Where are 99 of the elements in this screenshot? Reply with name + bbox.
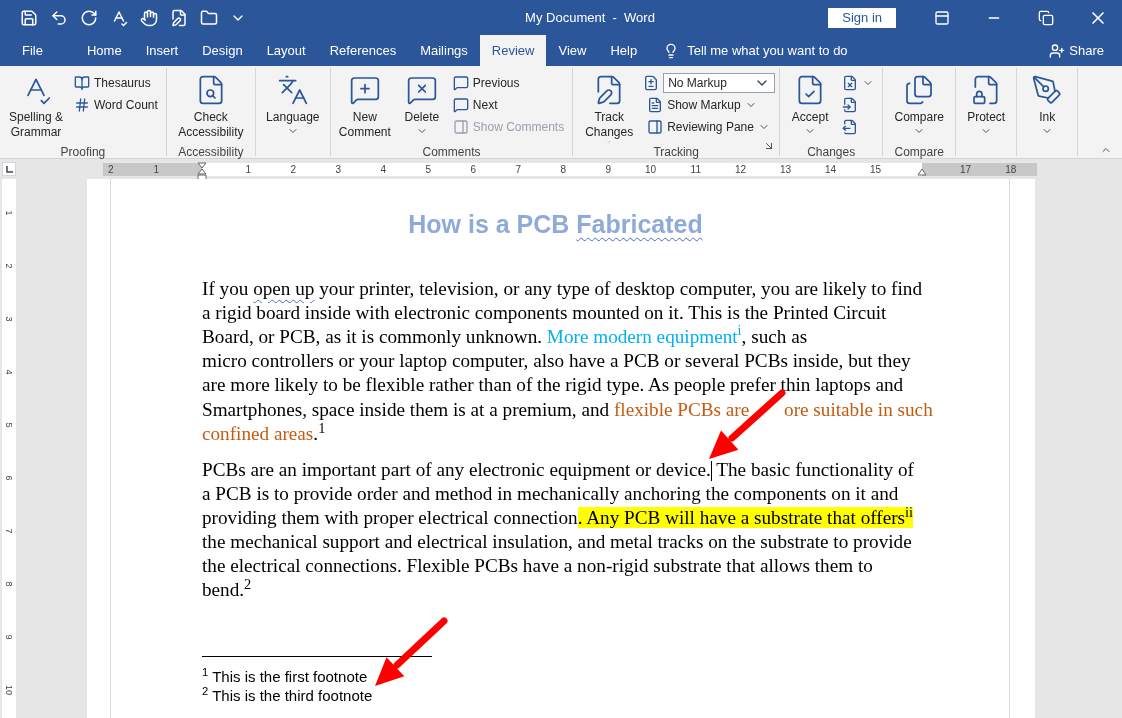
ruler-number: 8 bbox=[560, 162, 566, 177]
ribbon-button[interactable]: Spelling & Grammar bbox=[4, 70, 68, 144]
group-label: Accessibility bbox=[178, 144, 244, 161]
ribbon-tab[interactable]: File bbox=[10, 35, 55, 66]
restore-icon[interactable] bbox=[1038, 9, 1054, 26]
ribbon-tab[interactable]: References bbox=[317, 35, 409, 66]
comments-pane-icon bbox=[452, 119, 469, 135]
ruler-number: 6 bbox=[470, 162, 476, 177]
ruler-number: 5 bbox=[3, 422, 15, 428]
language-icon bbox=[276, 74, 309, 106]
ribbon-button[interactable]: Protect bbox=[960, 70, 1013, 144]
ruler-number: 1 bbox=[245, 162, 251, 177]
ruler-number: 10 bbox=[3, 685, 15, 695]
group-label: Tracking bbox=[653, 144, 699, 161]
ruler-number: 1 bbox=[3, 210, 15, 216]
footnote: $^{2}$ This is the third footnote bbox=[202, 685, 373, 705]
ruler-number: 2 bbox=[290, 162, 296, 177]
ruler-number: 17 bbox=[960, 162, 972, 177]
person-add-icon bbox=[1049, 42, 1066, 59]
ribbon-tab[interactable]: Home bbox=[74, 35, 134, 66]
previous-comment-icon bbox=[452, 75, 469, 91]
ruler-number: 14 bbox=[824, 162, 836, 177]
group-label: Compare bbox=[894, 144, 944, 161]
redo-icon[interactable] bbox=[80, 8, 98, 27]
footnote: $^{1}$ This is the first footnote bbox=[202, 666, 368, 686]
ruler-number: 10 bbox=[644, 162, 656, 177]
window-title: My Document - Word bbox=[524, 8, 656, 27]
delete-comment-icon bbox=[405, 74, 438, 106]
ribbon-button[interactable]: Delete bbox=[396, 70, 447, 144]
tab-stop-icon bbox=[5, 165, 13, 173]
save-icon[interactable] bbox=[20, 8, 38, 27]
ruler-number: 3 bbox=[3, 316, 15, 322]
reject-icon bbox=[842, 75, 859, 91]
ruler-number: 1 bbox=[153, 162, 160, 177]
ruler-number: 3 bbox=[335, 162, 341, 177]
tell-me-search[interactable]: Tell me what you want to do bbox=[663, 35, 848, 66]
ribbon-button[interactable]: Reviewing Pane bbox=[643, 116, 776, 138]
ribbon-tab[interactable]: Mailings bbox=[408, 35, 480, 66]
ribbon-button[interactable]: Thesaurus bbox=[70, 72, 162, 94]
group-label: Proofing bbox=[60, 144, 106, 161]
ribbon-button[interactable]: Track Changes bbox=[577, 70, 642, 144]
ruler-number: 12 bbox=[734, 162, 746, 177]
book-icon bbox=[74, 75, 90, 91]
ruler-number: 5 bbox=[425, 162, 431, 177]
ribbon-button[interactable]: New Comment bbox=[334, 70, 395, 144]
new-comment-icon bbox=[348, 74, 381, 106]
undo-icon[interactable] bbox=[50, 8, 68, 27]
ruler-number: 13 bbox=[779, 162, 791, 177]
ribbon-button[interactable]: Previous bbox=[448, 72, 569, 94]
ribbon-button[interactable]: Language bbox=[259, 70, 326, 144]
ruler-number: 7 bbox=[515, 162, 521, 177]
pen-icon bbox=[1031, 74, 1064, 106]
ribbon-button[interactable]: Word Count bbox=[70, 94, 162, 116]
hand-icon[interactable] bbox=[140, 8, 158, 27]
ribbon-button[interactable]: Ink bbox=[1021, 70, 1074, 144]
ribbon-tab[interactable]: Review bbox=[479, 35, 547, 66]
ribbon-tab[interactable]: Help bbox=[598, 35, 650, 66]
ribbon-tab[interactable]: Design bbox=[190, 35, 255, 66]
markup-icon bbox=[643, 75, 660, 91]
next-change-icon bbox=[842, 119, 859, 135]
ruler-number: 9 bbox=[3, 634, 15, 640]
ribbon-tab[interactable]: Insert bbox=[133, 35, 191, 66]
ribbon-tab[interactable]: Layout bbox=[254, 35, 318, 66]
group-label: Changes bbox=[807, 144, 856, 161]
right-indent-marker-icon[interactable] bbox=[917, 167, 927, 176]
ruler-number: 7 bbox=[3, 528, 15, 534]
document-title: How is a PCB Fabricated bbox=[407, 209, 704, 240]
word-count-icon bbox=[74, 97, 90, 113]
paragraph: If you open up your printer, television, or any type of desktop computer, you are likely to find a rigid board inside with electronic components mounted on it. This is the Printed Circuit Board, or PCB, as it is commonly unknown. More modern equipment$^{i}$, such as micro controllers or your laptop computer, also have a PCB or several PCBs inside, but they are more likely to be flexible rather than of the rigid type. As people prefer thin laptops and Smartphones, space inside them is at a premium, and flexible PCBs are ore suitable in such confined areas.$^{1}$ bbox=[202, 276, 933, 446]
ribbon-button[interactable]: Show Markup bbox=[643, 94, 776, 116]
ruler-number: 8 bbox=[3, 581, 15, 587]
ribbon-button[interactable]: Accept bbox=[784, 70, 837, 144]
ruler-number: 11 bbox=[690, 162, 701, 177]
tab-selector[interactable] bbox=[2, 162, 16, 176]
share-button[interactable]: Share bbox=[1049, 35, 1104, 66]
group-label: Comments bbox=[422, 144, 481, 161]
indent-marker-icon[interactable] bbox=[197, 161, 207, 182]
markup-dropdown[interactable]: No Markup bbox=[663, 73, 776, 93]
ribbon-button[interactable]: Compare bbox=[887, 70, 952, 144]
document-icon bbox=[647, 97, 664, 113]
ruler-number: 4 bbox=[380, 162, 386, 177]
ribbon-display-icon[interactable] bbox=[934, 9, 950, 26]
ruler-number: 9 bbox=[605, 162, 611, 177]
ruler-number: 15 bbox=[869, 162, 881, 177]
folder-icon[interactable] bbox=[200, 8, 218, 27]
ribbon-tab[interactable]: View bbox=[546, 35, 599, 66]
ribbon-button[interactable]: Check Accessibility bbox=[170, 70, 251, 144]
paragraph: PCBs are an important part of any electronic equipment or device. The basic functionality of a PCB is to provide order and method in mechanically anchoring the components on it and providing them with proper electrical connection. Any PCB will have a substrate that offers$^{ii}$ the mechanical support and electrical insulation, and metal tracks on the substrate to provide the electrical connections. Flexible PCBs have a non-rigid substrate that allows them to bend.$^{2}$ bbox=[202, 457, 914, 602]
previous-change-icon bbox=[842, 97, 859, 113]
next-comment-icon bbox=[452, 97, 469, 113]
document-pen-icon[interactable] bbox=[170, 8, 188, 27]
sign-in-button[interactable]: Sign in bbox=[828, 7, 896, 28]
ruler-number: 18 bbox=[1005, 162, 1017, 177]
ruler-number: 6 bbox=[3, 475, 15, 481]
ribbon-button[interactable]: Next bbox=[448, 94, 569, 116]
reviewing-pane-icon bbox=[647, 119, 664, 135]
ruler-number: 2 bbox=[108, 162, 114, 177]
ruler-number: 2 bbox=[3, 263, 15, 269]
ruler-number: 4 bbox=[3, 369, 15, 375]
